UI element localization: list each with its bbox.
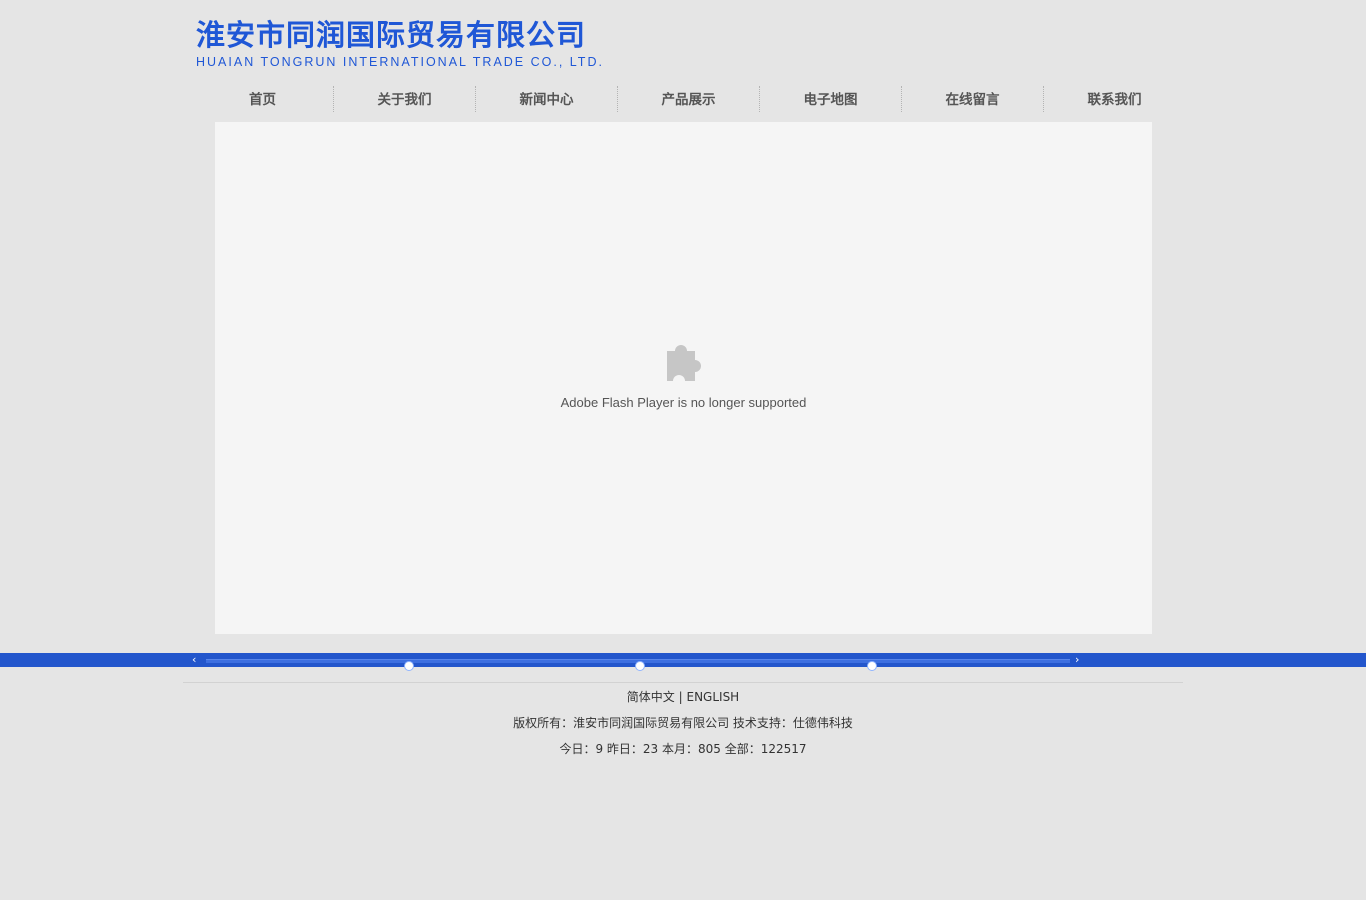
lang-separator: | bbox=[678, 690, 683, 704]
copyright-text: 版权所有：淮安市同润国际贸易有限公司 技术支持：仕德伟科技 bbox=[513, 716, 853, 730]
nav-item-home[interactable]: 首页 bbox=[192, 86, 334, 112]
site-logo[interactable]: 淮安市同润国际贸易有限公司 HUAIAN TONGRUN INTERNATION… bbox=[196, 18, 604, 70]
lang-cn-link[interactable]: 简体中文 bbox=[627, 690, 675, 704]
nav-item-news[interactable]: 新闻中心 bbox=[476, 86, 618, 112]
slider-bar: ‹ › bbox=[0, 653, 1366, 671]
slider-dot[interactable] bbox=[635, 661, 645, 671]
slider-prev-arrow[interactable]: ‹ bbox=[192, 653, 196, 666]
visit-stats: 今日：9 昨日：23 本月：805 全部：122517 bbox=[559, 742, 807, 756]
puzzle-piece-icon bbox=[667, 345, 701, 381]
footer-divider bbox=[183, 682, 1183, 683]
slider-dot[interactable] bbox=[867, 661, 877, 671]
nav-item-contact[interactable]: 联系我们 bbox=[1044, 86, 1185, 112]
company-name-en: HUAIAN TONGRUN INTERNATIONAL TRADE CO., … bbox=[196, 55, 604, 69]
company-name-cn: 淮安市同润国际贸易有限公司 bbox=[196, 18, 587, 52]
slider-next-arrow[interactable]: › bbox=[1075, 653, 1079, 666]
slider-track bbox=[206, 659, 1070, 671]
nav-item-map[interactable]: 电子地图 bbox=[760, 86, 902, 112]
flash-unsupported-message: Adobe Flash Player is no longer supporte… bbox=[560, 395, 807, 410]
flash-placeholder: Adobe Flash Player is no longer supporte… bbox=[215, 122, 1152, 634]
nav-item-products[interactable]: 产品展示 bbox=[618, 86, 760, 112]
slider-dot[interactable] bbox=[404, 661, 414, 671]
nav-item-about[interactable]: 关于我们 bbox=[334, 86, 476, 112]
main-nav: 首页 关于我们 新闻中心 产品展示 电子地图 在线留言 联系我们 bbox=[192, 86, 1185, 112]
lang-en-link[interactable]: ENGLISH bbox=[686, 690, 739, 704]
language-switch: 简体中文 | ENGLISH bbox=[0, 688, 1366, 705]
nav-item-message[interactable]: 在线留言 bbox=[902, 86, 1044, 112]
